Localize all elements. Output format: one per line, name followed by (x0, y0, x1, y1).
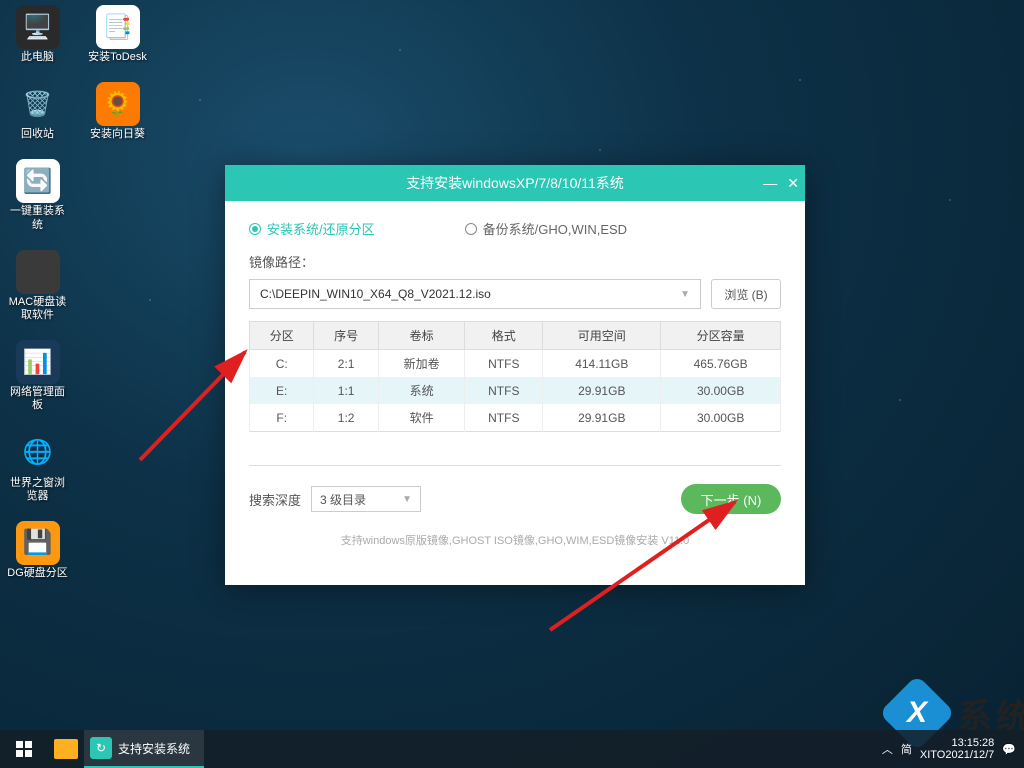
dg-icon[interactable]: 💾DG硬盘分区 (5, 521, 70, 580)
image-path-dropdown[interactable]: C:\DEEPIN_WIN10_X64_Q8_V2021.12.iso ▼ (249, 279, 701, 309)
todesk-icon-glyph: 📑 (96, 5, 140, 49)
table-row[interactable]: E:1:1系统NTFS29.91GB30.00GB (250, 377, 781, 404)
tray-clock[interactable]: 13:15:28 XITO2021/12/7 (920, 737, 994, 761)
tray-chevron-icon[interactable]: ︿ (882, 741, 893, 757)
netpanel-icon[interactable]: 📊网络管理面板 (5, 340, 70, 412)
sunflower-icon-glyph: 🌻 (96, 82, 140, 126)
dg-icon-glyph: 💾 (16, 521, 60, 565)
radio-backup[interactable]: 备份系统/GHO,WIN,ESD (465, 219, 627, 238)
search-depth-select[interactable]: 3 级目录 ▼ (311, 486, 421, 512)
chevron-down-icon: ▼ (680, 289, 690, 300)
desktop: 🖥️此电脑 🗑️回收站 🔄一键重装系统 MAC硬盘读取软件 📊网络管理面板 🌐世界之窗浏览… (0, 0, 1024, 768)
radio-dot-icon (465, 223, 477, 235)
table-header: 分区容量 (661, 322, 781, 350)
windows-icon (16, 741, 32, 757)
browse-button[interactable]: 浏览 (B) (711, 279, 781, 309)
pc-icon[interactable]: 🖥️此电脑 (5, 5, 70, 64)
system-tray[interactable]: ︿ 简 13:15:28 XITO2021/12/7 💬 (882, 737, 1024, 761)
todesk-icon[interactable]: 📑安装ToDesk (85, 5, 150, 64)
table-header: 序号 (314, 322, 378, 350)
taskbar-explorer[interactable] (48, 730, 84, 768)
table-row[interactable]: C:2:1新加卷NTFS414.11GB465.76GB (250, 350, 781, 378)
taskbar-active-task[interactable]: ↻ 支持安装系统 (84, 730, 204, 768)
table-header: 分区 (250, 322, 314, 350)
pc-icon-glyph: 🖥️ (16, 5, 60, 49)
next-button[interactable]: 下一步 (N) (681, 484, 781, 514)
recycle-icon[interactable]: 🗑️回收站 (5, 82, 70, 141)
sunflower-icon[interactable]: 🌻安装向日葵 (85, 82, 150, 141)
app-icon: ↻ (90, 737, 112, 759)
radio-dot-icon (249, 223, 261, 235)
desktop-icons: 🖥️此电脑 🗑️回收站 🔄一键重装系统 MAC硬盘读取软件 📊网络管理面板 🌐世界之窗浏览… (5, 5, 150, 580)
table-header: 卷标 (378, 322, 465, 350)
browser-icon-glyph: 🌐 (16, 431, 60, 475)
close-icon[interactable]: ✕ (787, 175, 799, 192)
table-header: 可用空间 (543, 322, 661, 350)
folder-icon (54, 739, 78, 759)
netpanel-icon-glyph: 📊 (16, 340, 60, 384)
dialog-titlebar[interactable]: 支持安装windowsXP/7/8/10/11系统 — ✕ (225, 165, 805, 201)
chevron-down-icon: ▼ (402, 494, 412, 505)
mac-icon[interactable]: MAC硬盘读取软件 (5, 250, 70, 322)
partition-table[interactable]: 分区序号卷标格式可用空间分区容量 C:2:1新加卷NTFS414.11GB465… (249, 321, 781, 432)
radio-install-restore[interactable]: 安装系统/还原分区 (249, 219, 375, 238)
reinstall-icon[interactable]: 🔄一键重装系统 (5, 159, 70, 231)
notification-icon[interactable]: 💬 (1002, 743, 1016, 756)
install-dialog: 支持安装windowsXP/7/8/10/11系统 — ✕ 安装系统/还原分区 … (225, 165, 805, 585)
table-row[interactable]: F:1:2软件NTFS29.91GB30.00GB (250, 404, 781, 432)
mac-icon-glyph (16, 250, 60, 294)
search-depth-label: 搜索深度 (249, 490, 301, 509)
taskbar: ↻ 支持安装系统 ︿ 简 13:15:28 XITO2021/12/7 💬 (0, 730, 1024, 768)
minimize-icon[interactable]: — (763, 175, 777, 191)
reinstall-icon-glyph: 🔄 (16, 159, 60, 203)
browser-icon[interactable]: 🌐世界之窗浏览器 (5, 431, 70, 503)
start-button[interactable] (0, 730, 48, 768)
ime-indicator[interactable]: 简 (901, 741, 912, 757)
dialog-title-text: 支持安装windowsXP/7/8/10/11系统 (406, 173, 624, 193)
dialog-footer-text: 支持windows原版镜像,GHOST ISO镜像,GHO,WIM,ESD镜像安… (249, 532, 781, 548)
recycle-icon-glyph: 🗑️ (16, 82, 60, 126)
image-path-label: 镜像路径： (249, 252, 781, 271)
table-header: 格式 (465, 322, 543, 350)
